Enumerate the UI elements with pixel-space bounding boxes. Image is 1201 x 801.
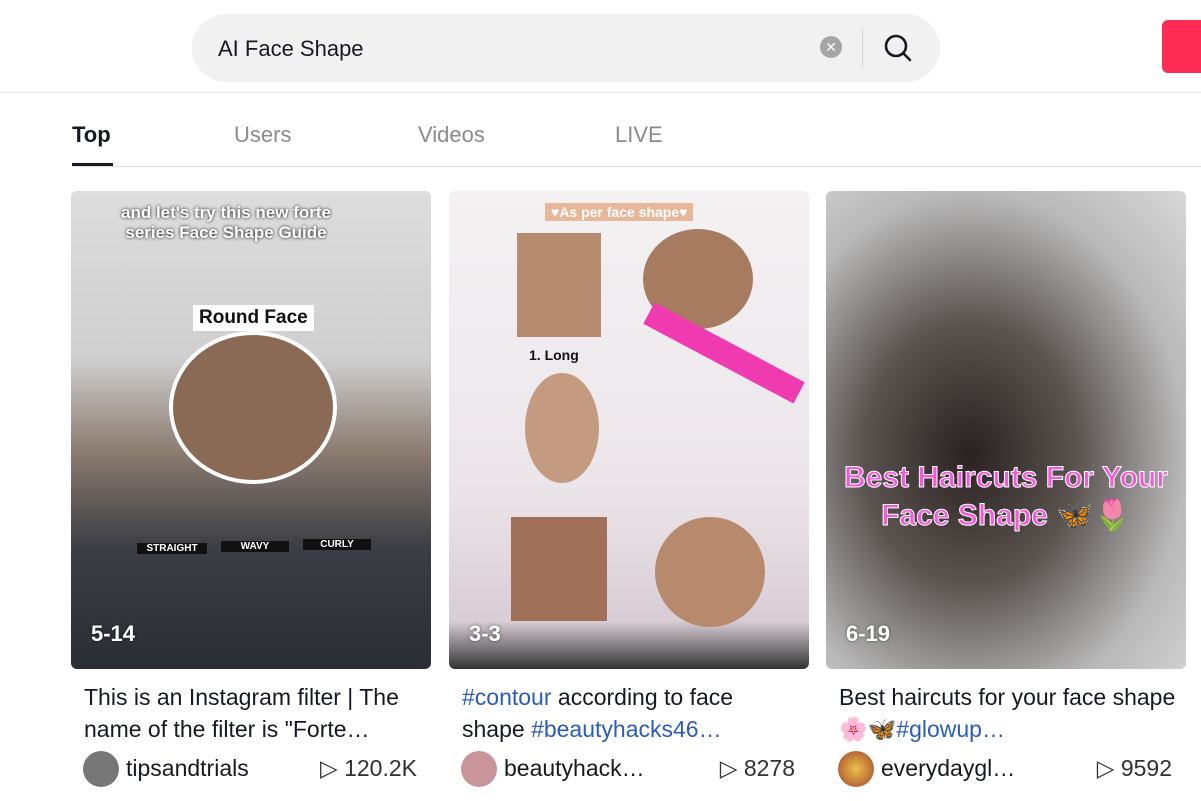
author-avatar[interactable] [461, 751, 497, 787]
face-image [525, 373, 599, 483]
face-image [517, 233, 601, 337]
search-tabs: Top Users Videos LIVE [72, 92, 1201, 167]
hashtag-link[interactable]: #beautyhacks46… [531, 716, 722, 742]
author-name[interactable]: tipsandtrials [126, 755, 249, 782]
video-card[interactable]: and let's try this new forte series Face… [71, 191, 431, 787]
face-image [511, 517, 607, 621]
face-image [655, 517, 765, 627]
play-icon: ▷ [719, 755, 744, 781]
caption-text: Best haircuts for your face shape 🌸🦋 [839, 684, 1176, 742]
search-icon[interactable] [880, 30, 916, 66]
play-icon: ▷ [320, 755, 345, 781]
video-duration: 5-14 [91, 621, 136, 646]
video-caption[interactable]: This is an Instagram filter | The name o… [84, 681, 424, 745]
view-count: ▷ 9592 [1097, 755, 1172, 782]
active-tab-underline [72, 163, 113, 166]
top-header: ✕ [0, 0, 1201, 93]
hashtag-link[interactable]: #contour [462, 684, 552, 710]
overlay-text: WAVY [221, 541, 289, 552]
overlay-text: Best Haircuts For Your Face Shape 🦋🌷 [844, 461, 1169, 533]
clear-search-icon[interactable]: ✕ [820, 36, 842, 58]
search-bar: ✕ [192, 14, 940, 82]
overlay-text: CURLY [303, 539, 371, 550]
view-count-value: 8278 [743, 755, 795, 781]
overlay-text: and let's try this new forte series Face… [121, 203, 331, 242]
play-icon: ▷ [1096, 755, 1121, 781]
face-circle [169, 331, 337, 484]
view-count-value: 9592 [1120, 755, 1172, 781]
search-input[interactable] [216, 32, 800, 66]
video-duration: 3-3 [469, 621, 501, 646]
tab-videos[interactable]: Videos [418, 122, 485, 148]
tab-users[interactable]: Users [234, 122, 291, 148]
video-caption[interactable]: Best haircuts for your face shape 🌸🦋#glo… [839, 681, 1179, 745]
video-duration: 6-19 [846, 621, 891, 646]
author-name[interactable]: beautyhack… [504, 755, 645, 782]
author-avatar[interactable] [838, 751, 874, 787]
overlay-text: STRAIGHT [137, 543, 207, 554]
hashtag-link[interactable]: #glowup… [896, 716, 1005, 742]
tab-top[interactable]: Top [72, 122, 111, 148]
video-meta: beautyhack… ▷ 8278 [461, 751, 809, 787]
view-count-value: 120.2K [344, 755, 417, 781]
video-thumbnail[interactable]: and let's try this new forte series Face… [71, 191, 431, 669]
video-meta: everydaygl… ▷ 9592 [838, 751, 1186, 787]
video-thumbnail[interactable]: ♥As per face shape♥ 1. Long 3-3 [449, 191, 809, 669]
video-meta: tipsandtrials ▷ 120.2K [83, 751, 431, 787]
author-avatar[interactable] [83, 751, 119, 787]
video-caption[interactable]: #contour according to face shape #beauty… [462, 681, 802, 745]
overlay-text: 1. Long [529, 347, 579, 363]
view-count: ▷ 120.2K [320, 755, 417, 782]
video-card[interactable]: Best Haircuts For Your Face Shape 🦋🌷 6-1… [826, 191, 1186, 787]
overlay-text: ♥As per face shape♥ [545, 203, 694, 221]
video-card[interactable]: ♥As per face shape♥ 1. Long 3-3 #contour… [449, 191, 809, 787]
upload-button[interactable] [1162, 20, 1201, 73]
tab-live[interactable]: LIVE [615, 122, 663, 148]
search-divider [862, 28, 863, 68]
overlay-text: Round Face [193, 305, 314, 331]
author-name[interactable]: everydaygl… [881, 755, 1015, 782]
view-count: ▷ 8278 [720, 755, 795, 782]
video-thumbnail[interactable]: Best Haircuts For Your Face Shape 🦋🌷 6-1… [826, 191, 1186, 669]
